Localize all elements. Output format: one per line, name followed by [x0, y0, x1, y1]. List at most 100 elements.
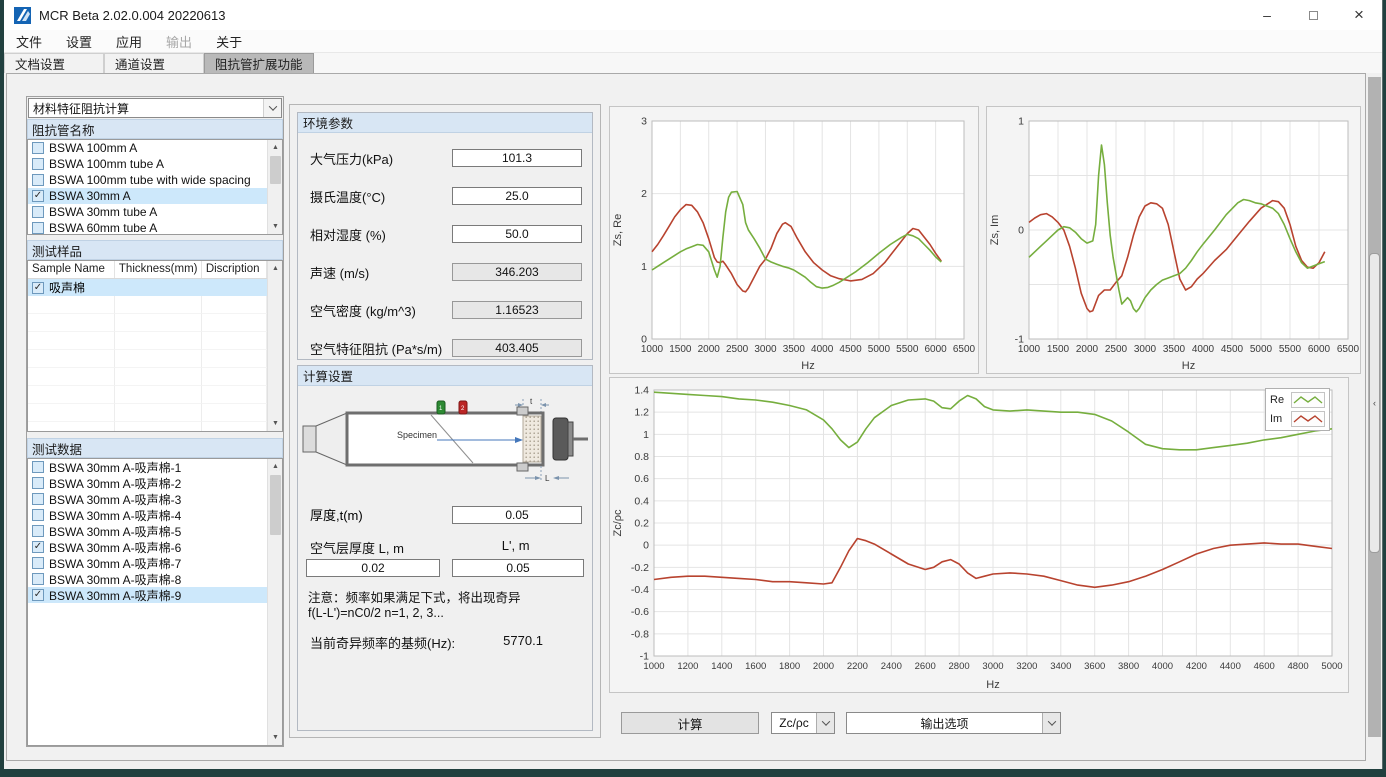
list-item[interactable]: BSWA 30mm A-吸声棉-1 — [28, 459, 267, 475]
checkbox-unchecked[interactable] — [32, 461, 44, 473]
env-field-input[interactable] — [452, 225, 582, 243]
list-item[interactable]: BSWA 30mm A-吸声棉-5 — [28, 523, 267, 539]
checkbox-unchecked[interactable] — [32, 206, 44, 218]
svg-text:1000: 1000 — [643, 661, 664, 672]
env-field-row: 摄氏温度(°C) — [310, 177, 582, 215]
list-item[interactable]: BSWA 30mm A-吸声棉-4 — [28, 507, 267, 523]
environment-groupbox: 环境参数 大气压力(kPa)摄氏温度(°C)相对湿度 (%)声速 (m/s)空气… — [297, 112, 593, 360]
triangle-down-icon[interactable]: ▼ — [268, 219, 283, 234]
lprime-input[interactable] — [452, 559, 584, 577]
checkbox-unchecked[interactable] — [32, 142, 44, 154]
svg-text:2000: 2000 — [813, 661, 834, 672]
legend-entry: Im — [1270, 411, 1325, 427]
menu-item-1[interactable]: 设置 — [54, 30, 104, 53]
chart-zs-re: 1000150020002500300035004000450050005500… — [610, 107, 978, 373]
data-list-header: 测试数据 — [27, 438, 283, 458]
checkbox-unchecked[interactable] — [32, 222, 44, 234]
checkbox-checked[interactable]: ✓ — [32, 589, 44, 601]
tab-0[interactable]: 文档设置 — [4, 53, 104, 73]
checkbox-unchecked[interactable] — [32, 493, 44, 505]
list-item[interactable]: BSWA 30mm A-吸声棉-3 — [28, 491, 267, 507]
data-list-scrollbar[interactable]: ▲ ▼ — [267, 459, 282, 745]
checkbox-unchecked[interactable] — [32, 174, 44, 186]
list-item[interactable]: BSWA 60mm tube A — [28, 220, 267, 234]
list-item[interactable]: BSWA 100mm A — [28, 140, 267, 156]
column-header-0[interactable]: Sample Name — [28, 261, 115, 278]
tube-list-scrollbar[interactable]: ▲ ▼ — [267, 140, 282, 234]
empty-table-row — [28, 332, 267, 350]
checkbox-unchecked[interactable] — [32, 477, 44, 489]
list-item-label: BSWA 100mm tube with wide spacing — [49, 173, 251, 187]
svg-text:2400: 2400 — [881, 661, 902, 672]
chevron-down-icon[interactable] — [816, 713, 834, 733]
list-item[interactable]: BSWA 30mm A-吸声棉-8 — [28, 571, 267, 587]
checkbox-unchecked[interactable] — [32, 509, 44, 521]
sidebar: 材料特征阻抗计算 阻抗管名称 BSWA 100mm ABSWA 100mm tu… — [26, 96, 284, 747]
svg-text:5000: 5000 — [1321, 661, 1342, 672]
svg-text:2: 2 — [641, 188, 647, 200]
checkbox-unchecked[interactable] — [32, 525, 44, 537]
checkbox-checked[interactable]: ✓ — [32, 541, 44, 553]
env-field-input[interactable] — [452, 149, 582, 167]
checkbox-unchecked[interactable] — [32, 557, 44, 569]
svg-text:4000: 4000 — [1192, 344, 1215, 355]
list-item[interactable]: BSWA 100mm tube A — [28, 156, 267, 172]
checkbox-checked[interactable]: ✓ — [32, 190, 44, 202]
list-item[interactable]: BSWA 30mm tube A — [28, 204, 267, 220]
triangle-down-icon[interactable]: ▼ — [268, 416, 283, 431]
list-item[interactable]: ✓BSWA 30mm A-吸声棉-6 — [28, 539, 267, 555]
environment-header: 环境参数 — [298, 113, 592, 133]
triangle-up-icon[interactable]: ▲ — [268, 459, 283, 474]
checkbox-checked[interactable]: ✓ — [32, 282, 44, 294]
env-field-row: 空气密度 (kg/m^3) — [310, 291, 582, 329]
list-item[interactable]: ✓BSWA 30mm A-吸声棉-9 — [28, 587, 267, 603]
svg-text:6000: 6000 — [925, 344, 948, 355]
checkbox-unchecked[interactable] — [32, 158, 44, 170]
tab-2[interactable]: 阻抗管扩展功能 — [204, 53, 314, 73]
list-item[interactable]: BSWA 30mm A-吸声棉-7 — [28, 555, 267, 571]
chart-zs-im-panel: 1000150020002500300035004000450050005500… — [986, 106, 1361, 374]
output-options-select[interactable]: 输出选项 — [846, 712, 1061, 734]
splitter-handle[interactable]: ‹ — [1369, 253, 1380, 553]
calculate-button[interactable]: 计算 — [621, 712, 759, 734]
list-item[interactable]: BSWA 100mm tube with wide spacing — [28, 172, 267, 188]
svg-text:4500: 4500 — [1221, 344, 1244, 355]
list-item[interactable]: BSWA 30mm A-吸声棉-2 — [28, 475, 267, 491]
chevron-down-icon[interactable] — [263, 99, 281, 117]
triangle-down-icon[interactable]: ▼ — [268, 730, 283, 745]
impedance-tube-diagram: t 1 2 Specimen — [301, 396, 589, 488]
svg-text:1400: 1400 — [711, 661, 732, 672]
sample-table-scrollbar[interactable]: ▲ ▼ — [267, 261, 282, 431]
checkbox-unchecked[interactable] — [32, 573, 44, 585]
scrollbar-thumb[interactable] — [270, 475, 281, 535]
svg-text:0.8: 0.8 — [634, 451, 649, 463]
table-row[interactable]: ✓吸声棉 — [28, 279, 267, 296]
column-header-2[interactable]: Discription — [202, 261, 267, 278]
triangle-up-icon[interactable]: ▲ — [268, 261, 283, 276]
calculation-mode-value: 材料特征阻抗计算 — [29, 100, 263, 117]
base-frequency-label: 当前奇异频率的基频(Hz): — [310, 633, 455, 652]
unit-select[interactable]: Zc/ρc — [771, 712, 835, 734]
dim-t-label: t — [530, 397, 533, 406]
maximize-button[interactable] — [1290, 0, 1336, 30]
close-button[interactable]: × — [1336, 0, 1382, 30]
air-layer-label: 空气层厚度 L, m — [310, 538, 449, 557]
menu-item-0[interactable]: 文件 — [4, 30, 54, 53]
column-header-1[interactable]: Thickness(mm) — [115, 261, 202, 278]
env-field-label: 大气压力(kPa) — [310, 149, 452, 168]
list-item[interactable]: ✓BSWA 30mm A — [28, 188, 267, 204]
empty-table-row — [28, 296, 267, 314]
menu-item-4[interactable]: 关于 — [204, 30, 254, 53]
menu-item-2[interactable]: 应用 — [104, 30, 154, 53]
tube-list: BSWA 100mm ABSWA 100mm tube ABSWA 100mm … — [27, 139, 283, 235]
chevron-down-icon[interactable] — [1042, 713, 1060, 733]
triangle-up-icon[interactable]: ▲ — [268, 140, 283, 155]
env-field-input[interactable] — [452, 187, 582, 205]
scrollbar-thumb[interactable] — [270, 156, 281, 184]
air-layer-input[interactable] — [306, 559, 440, 577]
calculation-mode-select[interactable]: 材料特征阻抗计算 — [28, 98, 282, 118]
minimize-button[interactable]: – — [1244, 0, 1290, 30]
thickness-input[interactable] — [452, 506, 582, 524]
base-frequency-value: 5770.1 — [503, 633, 543, 652]
tab-1[interactable]: 通道设置 — [104, 53, 204, 73]
